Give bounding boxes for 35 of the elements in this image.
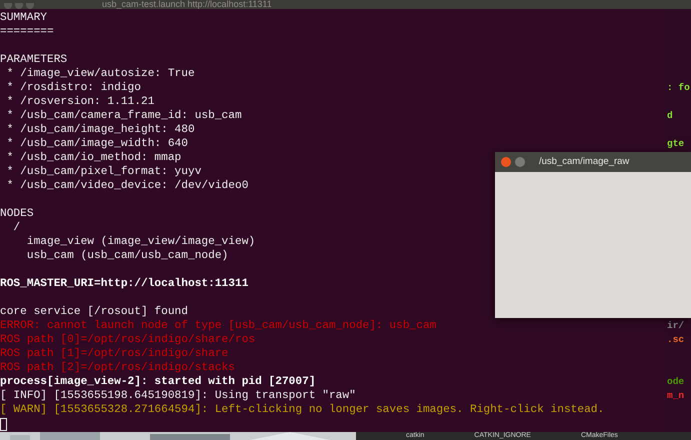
terminal-line: ROS path [0]=/opt/ros/indigo/share/ros: [0, 334, 256, 346]
terminal-line: image_view (image_view/image_view): [26, 236, 256, 248]
terminal-line: * /image_view/autosize: True: [6, 68, 195, 80]
window-title: /usb_cam/image_raw: [539, 154, 630, 169]
terminal-line: ROS_MASTER_URI=http://localhost:11311: [0, 278, 248, 290]
terminal-text: d: [667, 110, 673, 121]
terminal-line: NODES: [0, 208, 34, 220]
terminal-line: [ WARN] [1553655328.271664594]: Left-clicking no longer saves images. Right-click instead.: [0, 404, 604, 416]
terminal-text: ir/: [667, 320, 684, 331]
terminal-line: /: [12, 222, 20, 234]
terminal-text: : fo: [667, 82, 690, 93]
terminal-text: m_n: [667, 390, 684, 401]
terminal-line: ERROR: cannot launch node of type [usb_cam/usb_cam_node]: usb_cam: [0, 320, 436, 332]
terminal-text: .sc: [667, 334, 684, 345]
terminal-line: * /usb_cam/video_device: /dev/video0: [6, 180, 248, 192]
terminal-line: * /usb_cam/camera_frame_id: usb_cam: [6, 110, 242, 122]
terminal-line: usb_cam (usb_cam/usb_cam_node): [26, 250, 228, 262]
terminal-line: * /usb_cam/pixel_format: yuyv: [6, 166, 202, 178]
terminal-line: ROS path [2]=/opt/ros/indigo/stacks: [0, 362, 235, 374]
terminal-line: core service [/rosout] found: [0, 306, 188, 318]
text-cursor: [0, 418, 7, 430]
terminal-text: gte: [667, 138, 684, 149]
terminal-line: ROS path [1]=/opt/ros/indigo/share: [0, 348, 228, 360]
terminal-line: * /usb_cam/image_height: 480: [6, 124, 195, 136]
terminal-line: * /usb_cam/image_width: 640: [6, 138, 188, 150]
terminal-line: SUMMARY: [0, 12, 47, 24]
terminal-line: [ INFO] [1553655198.645190819]: Using transport "raw": [0, 390, 356, 402]
terminal-line: * /usb_cam/io_method: mmap: [6, 152, 182, 164]
terminal-line: process[image_view-2]: started with pid [27007]: [0, 376, 316, 388]
terminal-text: ode: [667, 376, 684, 387]
window-title: usb_cam-test.launch http://localhost:11311: [102, 0, 272, 9]
terminal-line: ========: [0, 26, 54, 38]
terminal-line: * /rosversion: 1.11.21: [6, 96, 154, 108]
terminal-line: PARAMETERS: [0, 54, 68, 66]
terminal-line: * /rosdistro: indigo: [6, 82, 141, 94]
